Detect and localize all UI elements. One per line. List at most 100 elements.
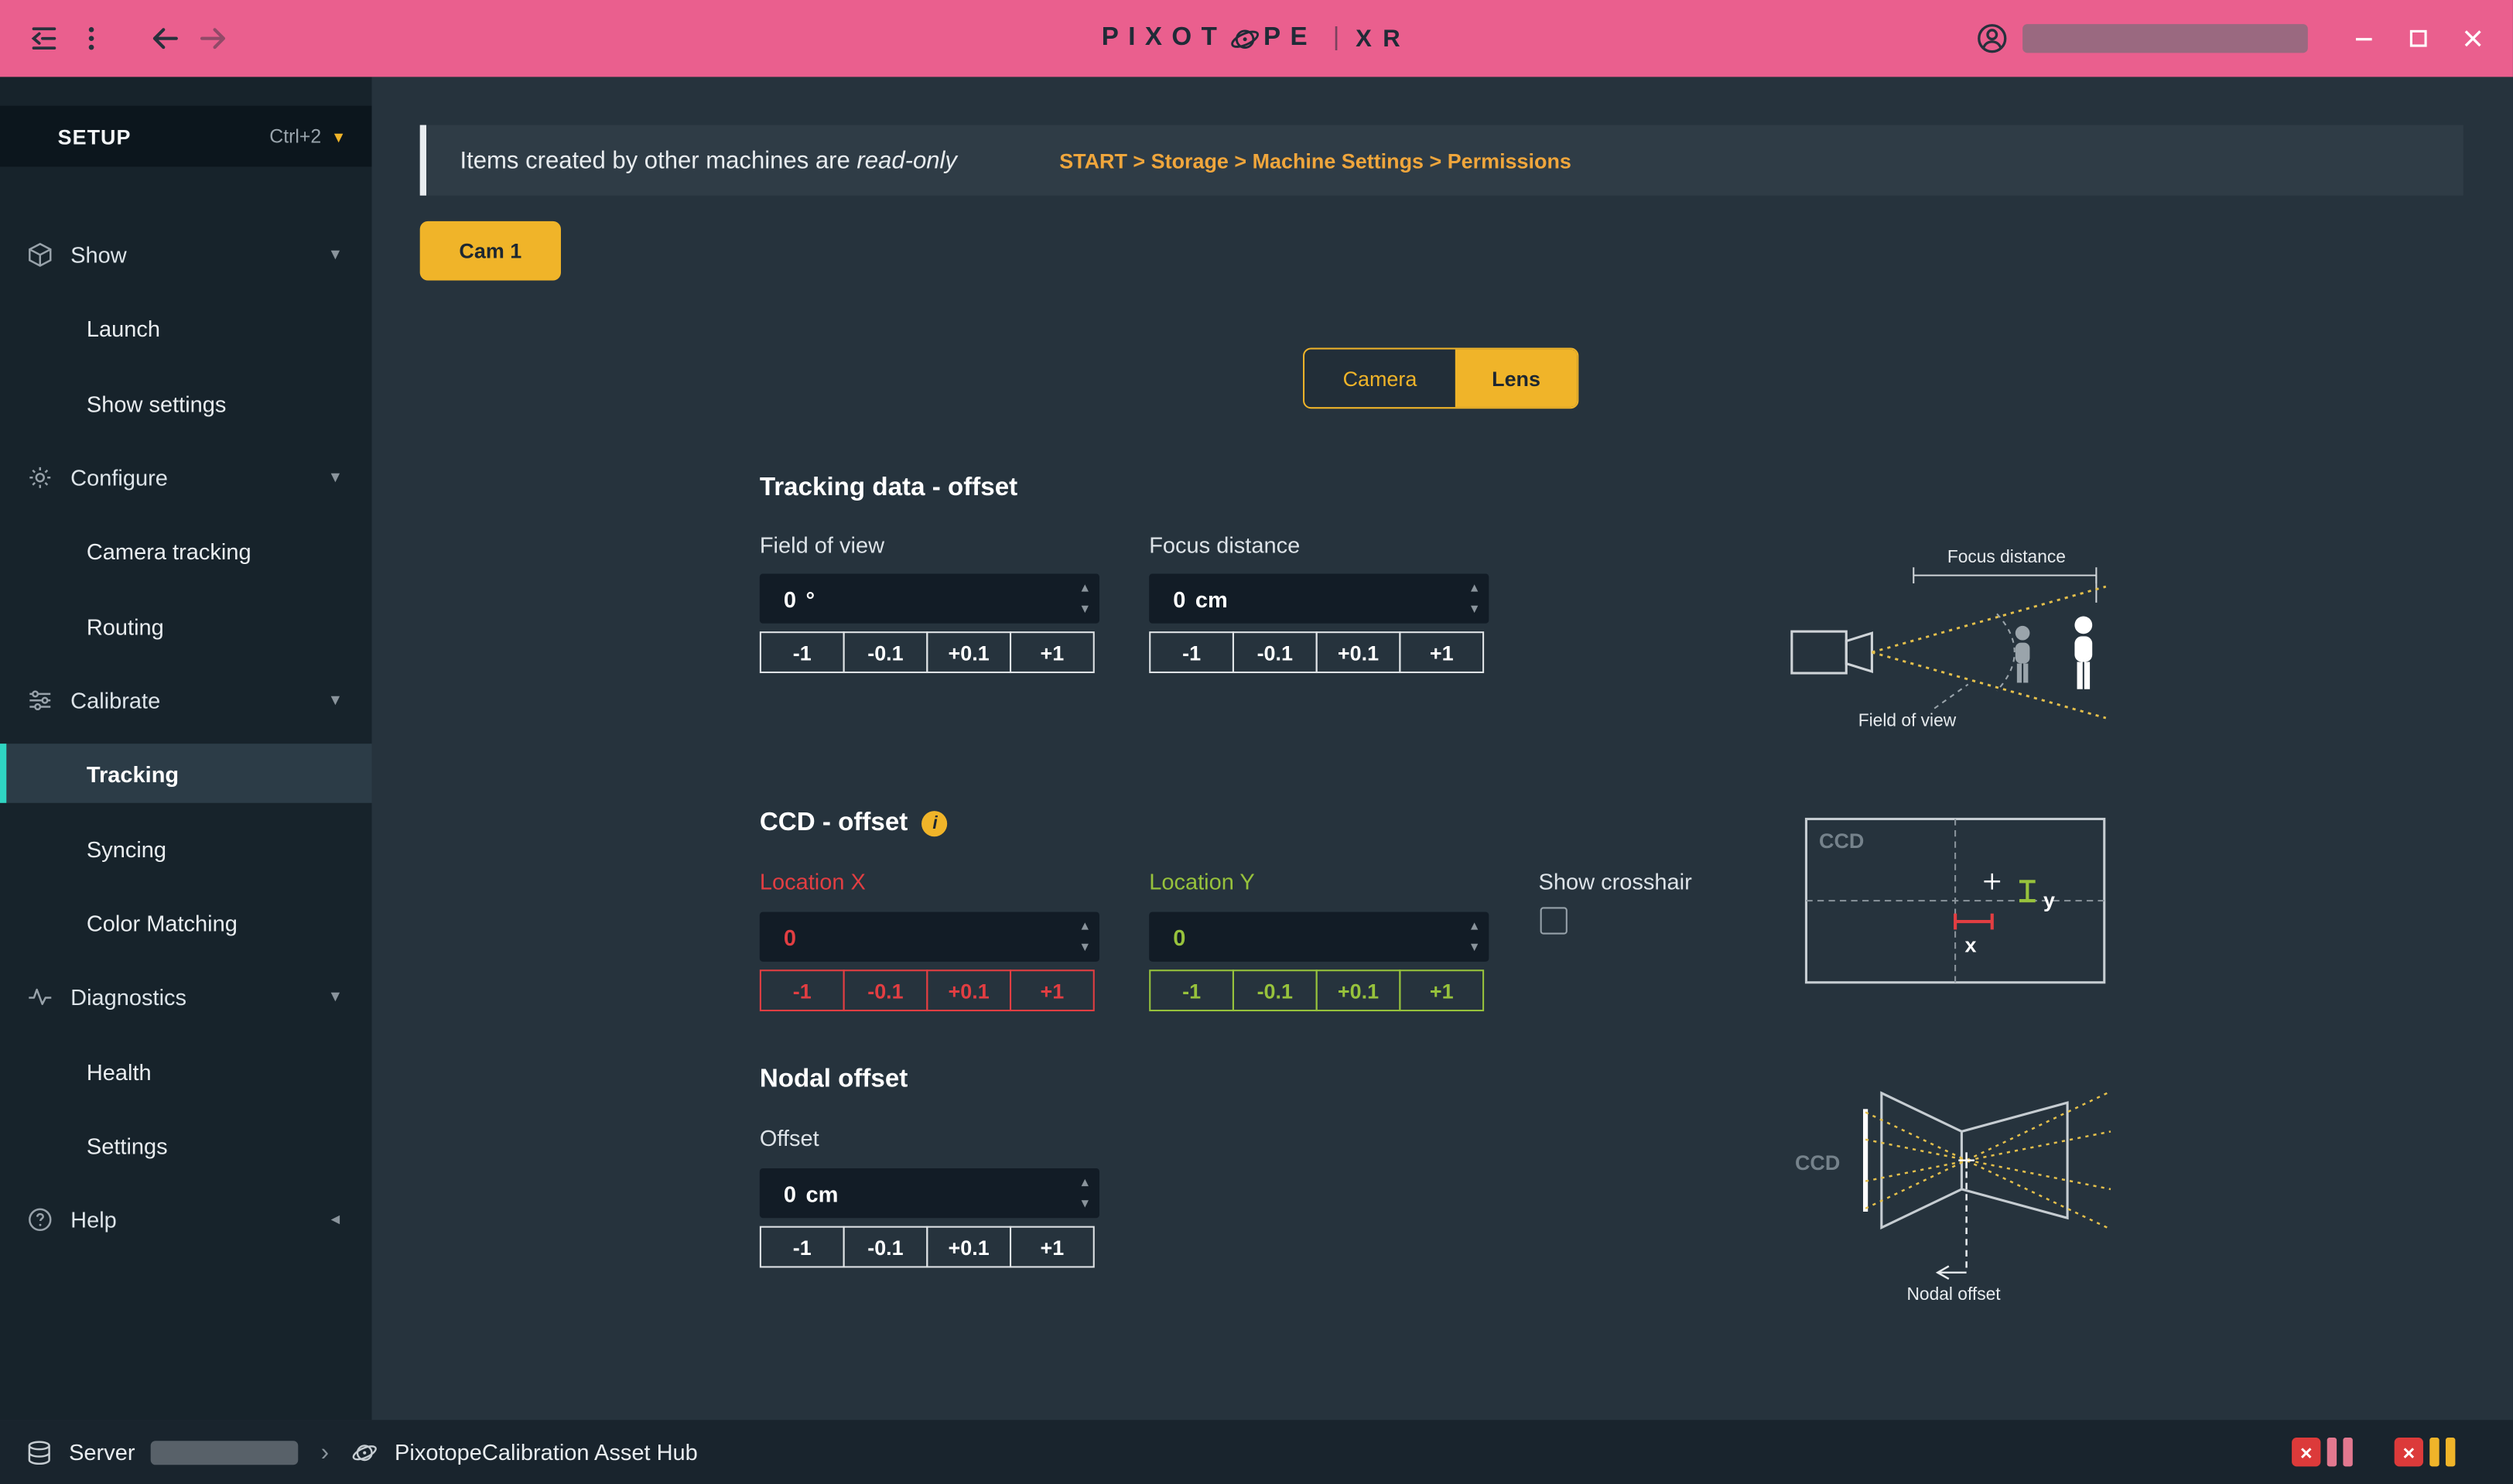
window-maximize-button[interactable] [2398,18,2439,60]
camera-body-shape [1792,631,1846,673]
sidebar-group-help[interactable]: Help ◂ [0,1189,372,1249]
stepper-button[interactable]: +0.1 [926,631,1011,673]
banner-message: Items created by other machines are read… [460,147,956,174]
caret-down-icon: ▾ [331,986,340,1007]
window-close-button[interactable] [2452,18,2494,60]
stepper-button[interactable]: +1 [1399,969,1484,1011]
sidebar-item-label: Calibrate [70,687,160,713]
sidebar-item-label: Camera tracking [87,538,251,563]
asset-hub-label[interactable]: PixotopeCalibration Asset Hub [395,1439,698,1465]
spinner-down-icon: ▾ [1472,598,1478,619]
sidebar-item-camera-tracking[interactable]: Camera tracking [0,521,372,580]
location-x-stepper: -1 -0.1 +0.1 +1 [760,969,1099,1011]
sidebar-item-tracking[interactable]: Tracking [0,744,372,803]
location-x-input[interactable]: 0 ▴ ▾ [760,912,1099,962]
location-y-input[interactable]: 0 ▴ ▾ [1149,912,1489,962]
stop-x-icon[interactable]: × [2395,1438,2423,1466]
sidebar-group-diagnostics[interactable]: Diagnostics ▾ [0,966,372,1026]
sidebar-item-label: Show [70,241,127,267]
pause-bar-icon [2327,1438,2337,1466]
user-account-icon[interactable] [1974,21,2010,56]
focus-distance-diagram-label: Focus distance [1947,546,2066,566]
stepper-button[interactable]: -0.1 [843,969,928,1011]
x-offset-label: x [1965,933,1977,956]
pause-bar-icon [2343,1438,2352,1466]
spinner-control[interactable]: ▴ ▾ [1082,577,1088,619]
window-minimize-button[interactable] [2343,18,2385,60]
spinner-control[interactable]: ▴ ▾ [1082,915,1088,957]
stepper-button[interactable]: -0.1 [1233,969,1318,1011]
sidebar-item-launch[interactable]: Launch [0,298,372,357]
sidebar-item-color-matching[interactable]: Color Matching [0,893,372,952]
field-of-view-field: 0 ° ▴ ▾ -1 -0.1 +0.1 +1 [760,574,1099,673]
stepper-button[interactable]: +1 [1399,631,1484,673]
setup-selector[interactable]: SETUP Ctrl+2 ▾ [0,106,372,167]
collapse-sidebar-icon[interactable] [19,15,67,63]
sidebar-item-label: Health [87,1058,152,1084]
setup-label: SETUP [58,125,132,149]
tracking-status-indicator: × [2395,1438,2456,1466]
spinner-up-icon: ▴ [1082,577,1088,598]
spinner-control[interactable]: ▴ ▾ [1082,1171,1088,1213]
stepper-button[interactable]: -0.1 [843,1226,928,1268]
kebab-menu-icon[interactable] [67,15,115,63]
nodal-offset-field-label: Offset [760,1125,819,1151]
spinner-up-icon: ▴ [1472,577,1478,598]
fov-ray-top [1872,586,2105,652]
stepper-button[interactable]: +0.1 [926,969,1011,1011]
nodal-offset-diagram: CCD Nodal offset [1782,1048,2126,1308]
logo-divider: | [1333,24,1340,53]
sidebar-item-label: Launch [87,315,160,340]
sidebar-item-label: Configure [70,464,168,490]
tab-lens[interactable]: Lens [1455,350,1577,408]
stop-x-icon[interactable]: × [2292,1438,2320,1466]
stepper-button[interactable]: +0.1 [1316,631,1401,673]
stepper-button[interactable]: +1 [1010,631,1095,673]
field-of-view-input[interactable]: 0 ° ▴ ▾ [760,574,1099,624]
show-crosshair-checkbox[interactable] [1540,907,1568,934]
stepper-button[interactable]: -0.1 [1233,631,1318,673]
info-icon[interactable]: i [922,811,948,836]
location-x-field: 0 ▴ ▾ -1 -0.1 +0.1 +1 [760,912,1099,1011]
back-arrow-icon[interactable] [141,15,189,63]
spinner-up-icon: ▴ [1472,915,1478,936]
stepper-button[interactable]: +1 [1010,969,1095,1011]
stepper-button[interactable]: -1 [760,969,845,1011]
sidebar-item-show-settings[interactable]: Show settings [0,374,372,433]
sidebar: SETUP Ctrl+2 ▾ Show ▾ Launch Show settin… [0,77,372,1420]
statusbar: Server › PixotopeCalibration Asset Hub ×… [0,1420,2513,1484]
stepper-button[interactable]: -1 [1149,969,1234,1011]
sidebar-item-routing[interactable]: Routing [0,597,372,656]
camera-lens-shape [1846,633,1872,672]
spinner-control[interactable]: ▴ ▾ [1472,915,1478,957]
focus-distance-input[interactable]: 0 cm ▴ ▾ [1149,574,1489,624]
y-offset-marker [2019,881,2036,901]
sidebar-group-configure[interactable]: Configure ▾ [0,447,372,507]
stepper-button[interactable]: +1 [1010,1226,1095,1268]
camera-lens-toggle: Camera Lens [1303,347,1578,409]
forward-arrow-icon[interactable] [189,15,237,63]
breadcrumb[interactable]: START > Storage > Machine Settings > Per… [1059,149,1571,173]
fov-diagram-label: Field of view [1858,710,1957,730]
nodal-offset-input[interactable]: 0 cm ▴ ▾ [760,1168,1099,1218]
user-email-redacted [2022,24,2308,53]
stepper-button[interactable]: +0.1 [1316,969,1401,1011]
tab-camera[interactable]: Camera [1304,350,1455,408]
sidebar-item-settings[interactable]: Settings [0,1116,372,1175]
stepper-button[interactable]: -1 [760,1226,845,1268]
spinner-up-icon: ▴ [1082,1171,1088,1192]
stepper-button[interactable]: -0.1 [843,631,928,673]
stepper-button[interactable]: -1 [1149,631,1234,673]
stepper-button[interactable]: +0.1 [926,1226,1011,1268]
sidebar-group-show[interactable]: Show ▾ [0,224,372,284]
cam1-button[interactable]: Cam 1 [420,221,561,281]
sidebar-group-calibrate[interactable]: Calibrate ▾ [0,670,372,730]
pixotope-app: PIXOT PE | XR [0,0,2513,1484]
spinner-control[interactable]: ▴ ▾ [1472,577,1478,619]
caret-down-icon: ▾ [331,244,340,265]
sidebar-item-syncing[interactable]: Syncing [0,819,372,878]
sidebar-item-label: Diagnostics [70,983,186,1009]
sidebar-item-health[interactable]: Health [0,1041,372,1101]
stepper-button[interactable]: -1 [760,631,845,673]
spinner-down-icon: ▾ [1082,936,1088,957]
